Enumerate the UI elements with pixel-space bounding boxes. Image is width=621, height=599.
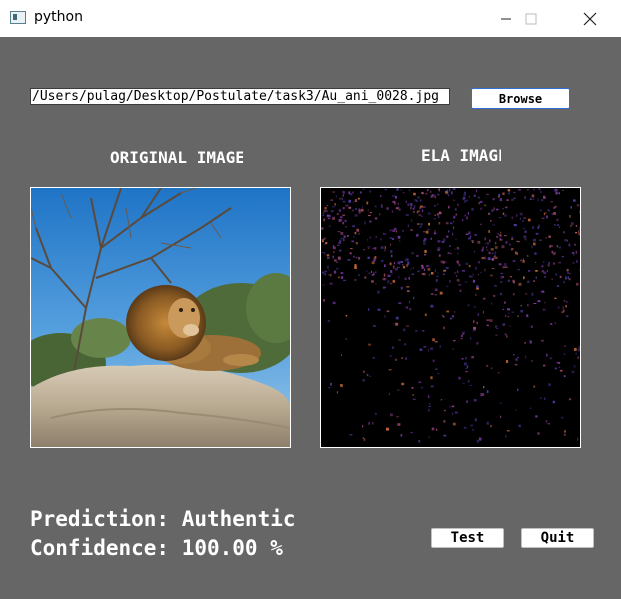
close-icon	[583, 12, 597, 25]
original-image-caption: ORIGINAL IMAGE	[110, 148, 243, 167]
maximize-icon	[525, 13, 537, 24]
browse-button[interactable]: Browse	[471, 88, 570, 109]
close-button[interactable]	[567, 0, 613, 37]
original-image	[30, 187, 291, 448]
title-bar: python	[0, 0, 621, 37]
file-path-input[interactable]: /Users/pulag/Desktop/Postulate/task3/Au_…	[30, 88, 450, 105]
ela-image	[320, 187, 581, 448]
app-window-icon	[10, 11, 26, 24]
ela-noise-map	[321, 188, 580, 447]
window-title: python	[34, 9, 83, 25]
prediction-label: Prediction: Authentic	[30, 507, 296, 531]
confidence-label: Confidence: 100.00 %	[30, 536, 283, 560]
lion-photo	[31, 188, 290, 447]
maximize-button[interactable]	[508, 0, 554, 37]
quit-button[interactable]: Quit	[521, 528, 594, 548]
ela-image-caption: ELA IMAGE	[421, 146, 501, 165]
test-button[interactable]: Test	[431, 528, 504, 548]
main-panel: /Users/pulag/Desktop/Postulate/task3/Au_…	[0, 37, 621, 599]
